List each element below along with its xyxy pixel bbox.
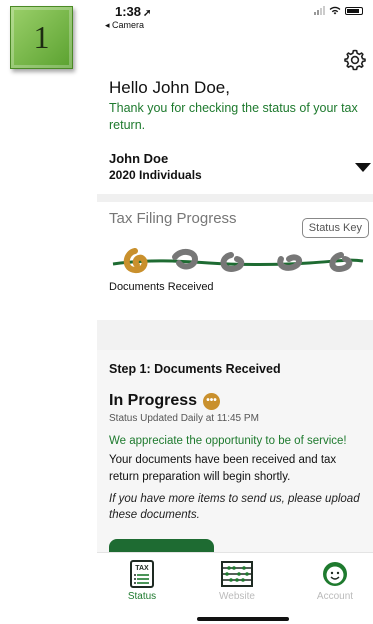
documents-received-message: Your documents have been received and ta…	[109, 454, 337, 483]
settings-gear-icon[interactable]	[343, 48, 367, 72]
location-arrow-icon: ➚	[143, 8, 152, 19]
system-icons	[314, 6, 363, 15]
step-state: In Progress	[109, 392, 198, 409]
tab-status-label: Status	[127, 591, 157, 602]
step-card: Step 1: Documents Received In Progress •…	[97, 350, 373, 560]
dropdown-caret-icon[interactable]	[355, 163, 371, 172]
account-subtitle: 2020 Individuals	[109, 168, 202, 182]
abacus-icon	[221, 561, 253, 587]
tab-account[interactable]: Account	[300, 559, 370, 602]
slide-number: 1	[33, 19, 50, 55]
upload-instructions: If you have more items to send us, pleas…	[109, 493, 360, 521]
phone-screen: 1:38 ➚ ◂ Camera Hello John Doe, Thank you…	[97, 0, 373, 624]
stage-3-icon	[220, 252, 245, 273]
home-indicator[interactable]	[197, 617, 289, 621]
status-updated-note: Status Updated Daily at 11:45 PM	[109, 413, 259, 424]
svg-text:TAX: TAX	[135, 565, 149, 572]
tab-account-label: Account	[316, 591, 354, 602]
upload-button-partial[interactable]	[109, 539, 214, 553]
slide-number-badge: 1	[10, 6, 73, 69]
step-title: Step 1: Documents Received	[109, 362, 281, 376]
back-to-camera-link[interactable]: ◂ Camera	[105, 20, 144, 31]
account-name: John Doe	[109, 151, 169, 166]
step-status: In Progress •••	[109, 392, 361, 410]
battery-icon	[345, 6, 363, 15]
more-options-icon[interactable]: •••	[203, 392, 221, 410]
clock-time: 1:38	[115, 4, 142, 19]
tab-bar: TAX Status Website Account	[97, 552, 373, 624]
greeting-section: Hello John Doe, Thank you for checking t…	[97, 78, 373, 134]
progress-stages-graphic	[112, 248, 364, 274]
tab-status[interactable]: TAX Status	[107, 559, 177, 602]
wifi-icon	[329, 6, 341, 15]
progress-track	[109, 237, 364, 275]
greeting-message: Thank you for checking the status of you…	[109, 101, 358, 132]
status-key-button[interactable]: Status Key	[301, 218, 369, 238]
signal-icon	[314, 6, 325, 15]
clock: 1:38 ➚	[115, 4, 151, 19]
face-icon	[323, 562, 347, 586]
greeting-hello: Hello John Doe,	[109, 78, 230, 97]
tax-form-icon: TAX	[130, 560, 154, 588]
status-bar: 1:38 ➚ ◂ Camera	[97, 0, 373, 40]
section-divider	[97, 194, 373, 202]
account-selector[interactable]: John Doe 2020 Individuals	[97, 151, 373, 182]
stage-1-documents-received-icon	[123, 248, 148, 274]
tab-website[interactable]: Website	[202, 559, 272, 602]
tab-website-label: Website	[219, 591, 255, 602]
appreciation-message: We appreciate the opportunity to be of s…	[109, 435, 347, 447]
stage-2-icon	[172, 249, 199, 270]
tax-filing-progress: Tax Filing Progress Status Key Documents…	[97, 210, 373, 320]
section-divider	[97, 320, 373, 350]
current-stage-label: Documents Received	[109, 281, 214, 293]
